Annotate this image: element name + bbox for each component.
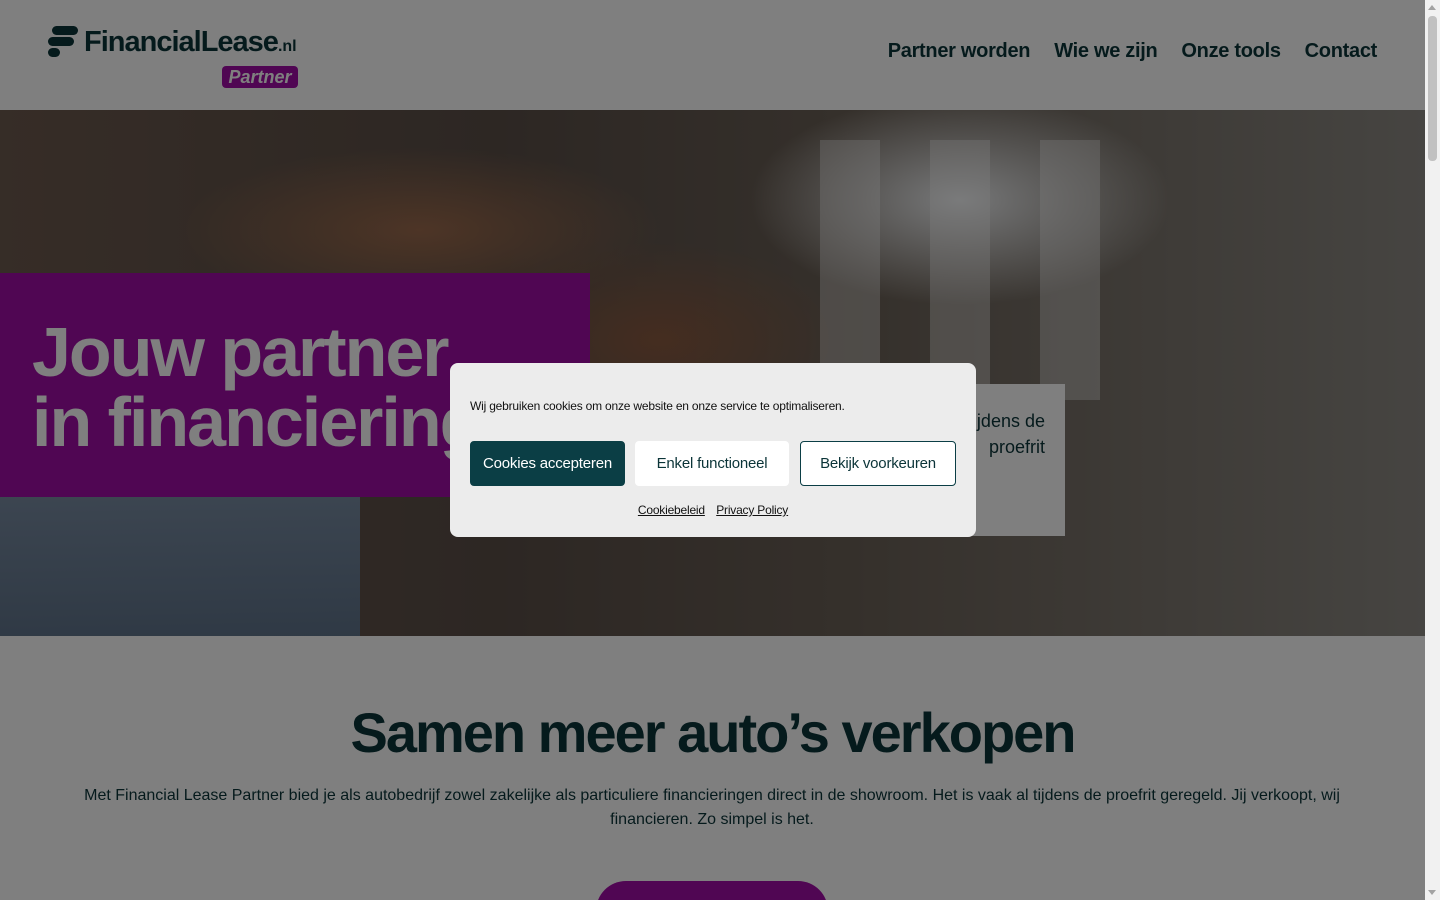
scroll-down-arrow-icon[interactable]: [1428, 890, 1436, 895]
page: FinancialLease.nl Partner Partner worden…: [0, 0, 1425, 900]
page-scrollbar[interactable]: [1425, 0, 1440, 900]
cookie-accept-button[interactable]: Cookies accepteren: [470, 441, 625, 486]
cookie-links: Cookiebeleid Privacy Policy: [450, 503, 976, 517]
scrollbar-thumb[interactable]: [1428, 16, 1437, 161]
cookie-message: Wij gebruiken cookies om onze website en…: [470, 399, 845, 413]
privacy-policy-link[interactable]: Privacy Policy: [716, 503, 788, 517]
cookie-policy-link[interactable]: Cookiebeleid: [638, 503, 705, 517]
scroll-up-arrow-icon[interactable]: [1428, 5, 1436, 10]
cookie-dialog: Wij gebruiken cookies om onze website en…: [450, 363, 976, 537]
cookie-functional-button[interactable]: Enkel functioneel: [635, 441, 789, 486]
cookie-preferences-button[interactable]: Bekijk voorkeuren: [800, 441, 956, 486]
